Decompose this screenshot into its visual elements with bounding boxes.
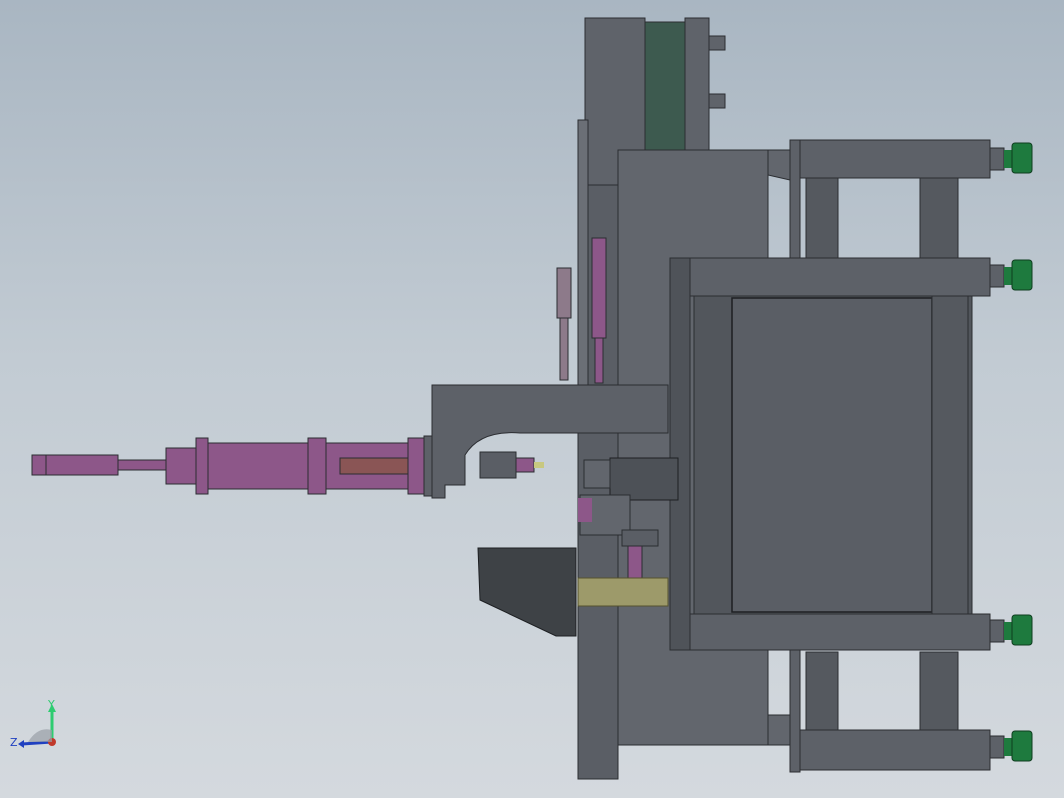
y-axis-label: Y [47, 700, 55, 711]
foot-1 [989, 142, 1033, 174]
chute-hopper[interactable] [477, 547, 577, 637]
z-axis-arrow [18, 740, 24, 748]
leveling-feet [989, 142, 1033, 762]
triad-base [28, 729, 52, 742]
foot-2 [989, 259, 1033, 291]
coordinate-triad: Y Z [8, 698, 72, 760]
z-axis-line [21, 740, 53, 746]
z-axis-label: Z [10, 736, 18, 749]
cad-graphics-viewport[interactable] [0, 0, 1064, 798]
main-hydraulic-cylinder[interactable] [31, 435, 433, 497]
foot-4 [989, 730, 1033, 762]
olive-shaft[interactable] [577, 577, 669, 607]
foot-3 [989, 614, 1033, 646]
